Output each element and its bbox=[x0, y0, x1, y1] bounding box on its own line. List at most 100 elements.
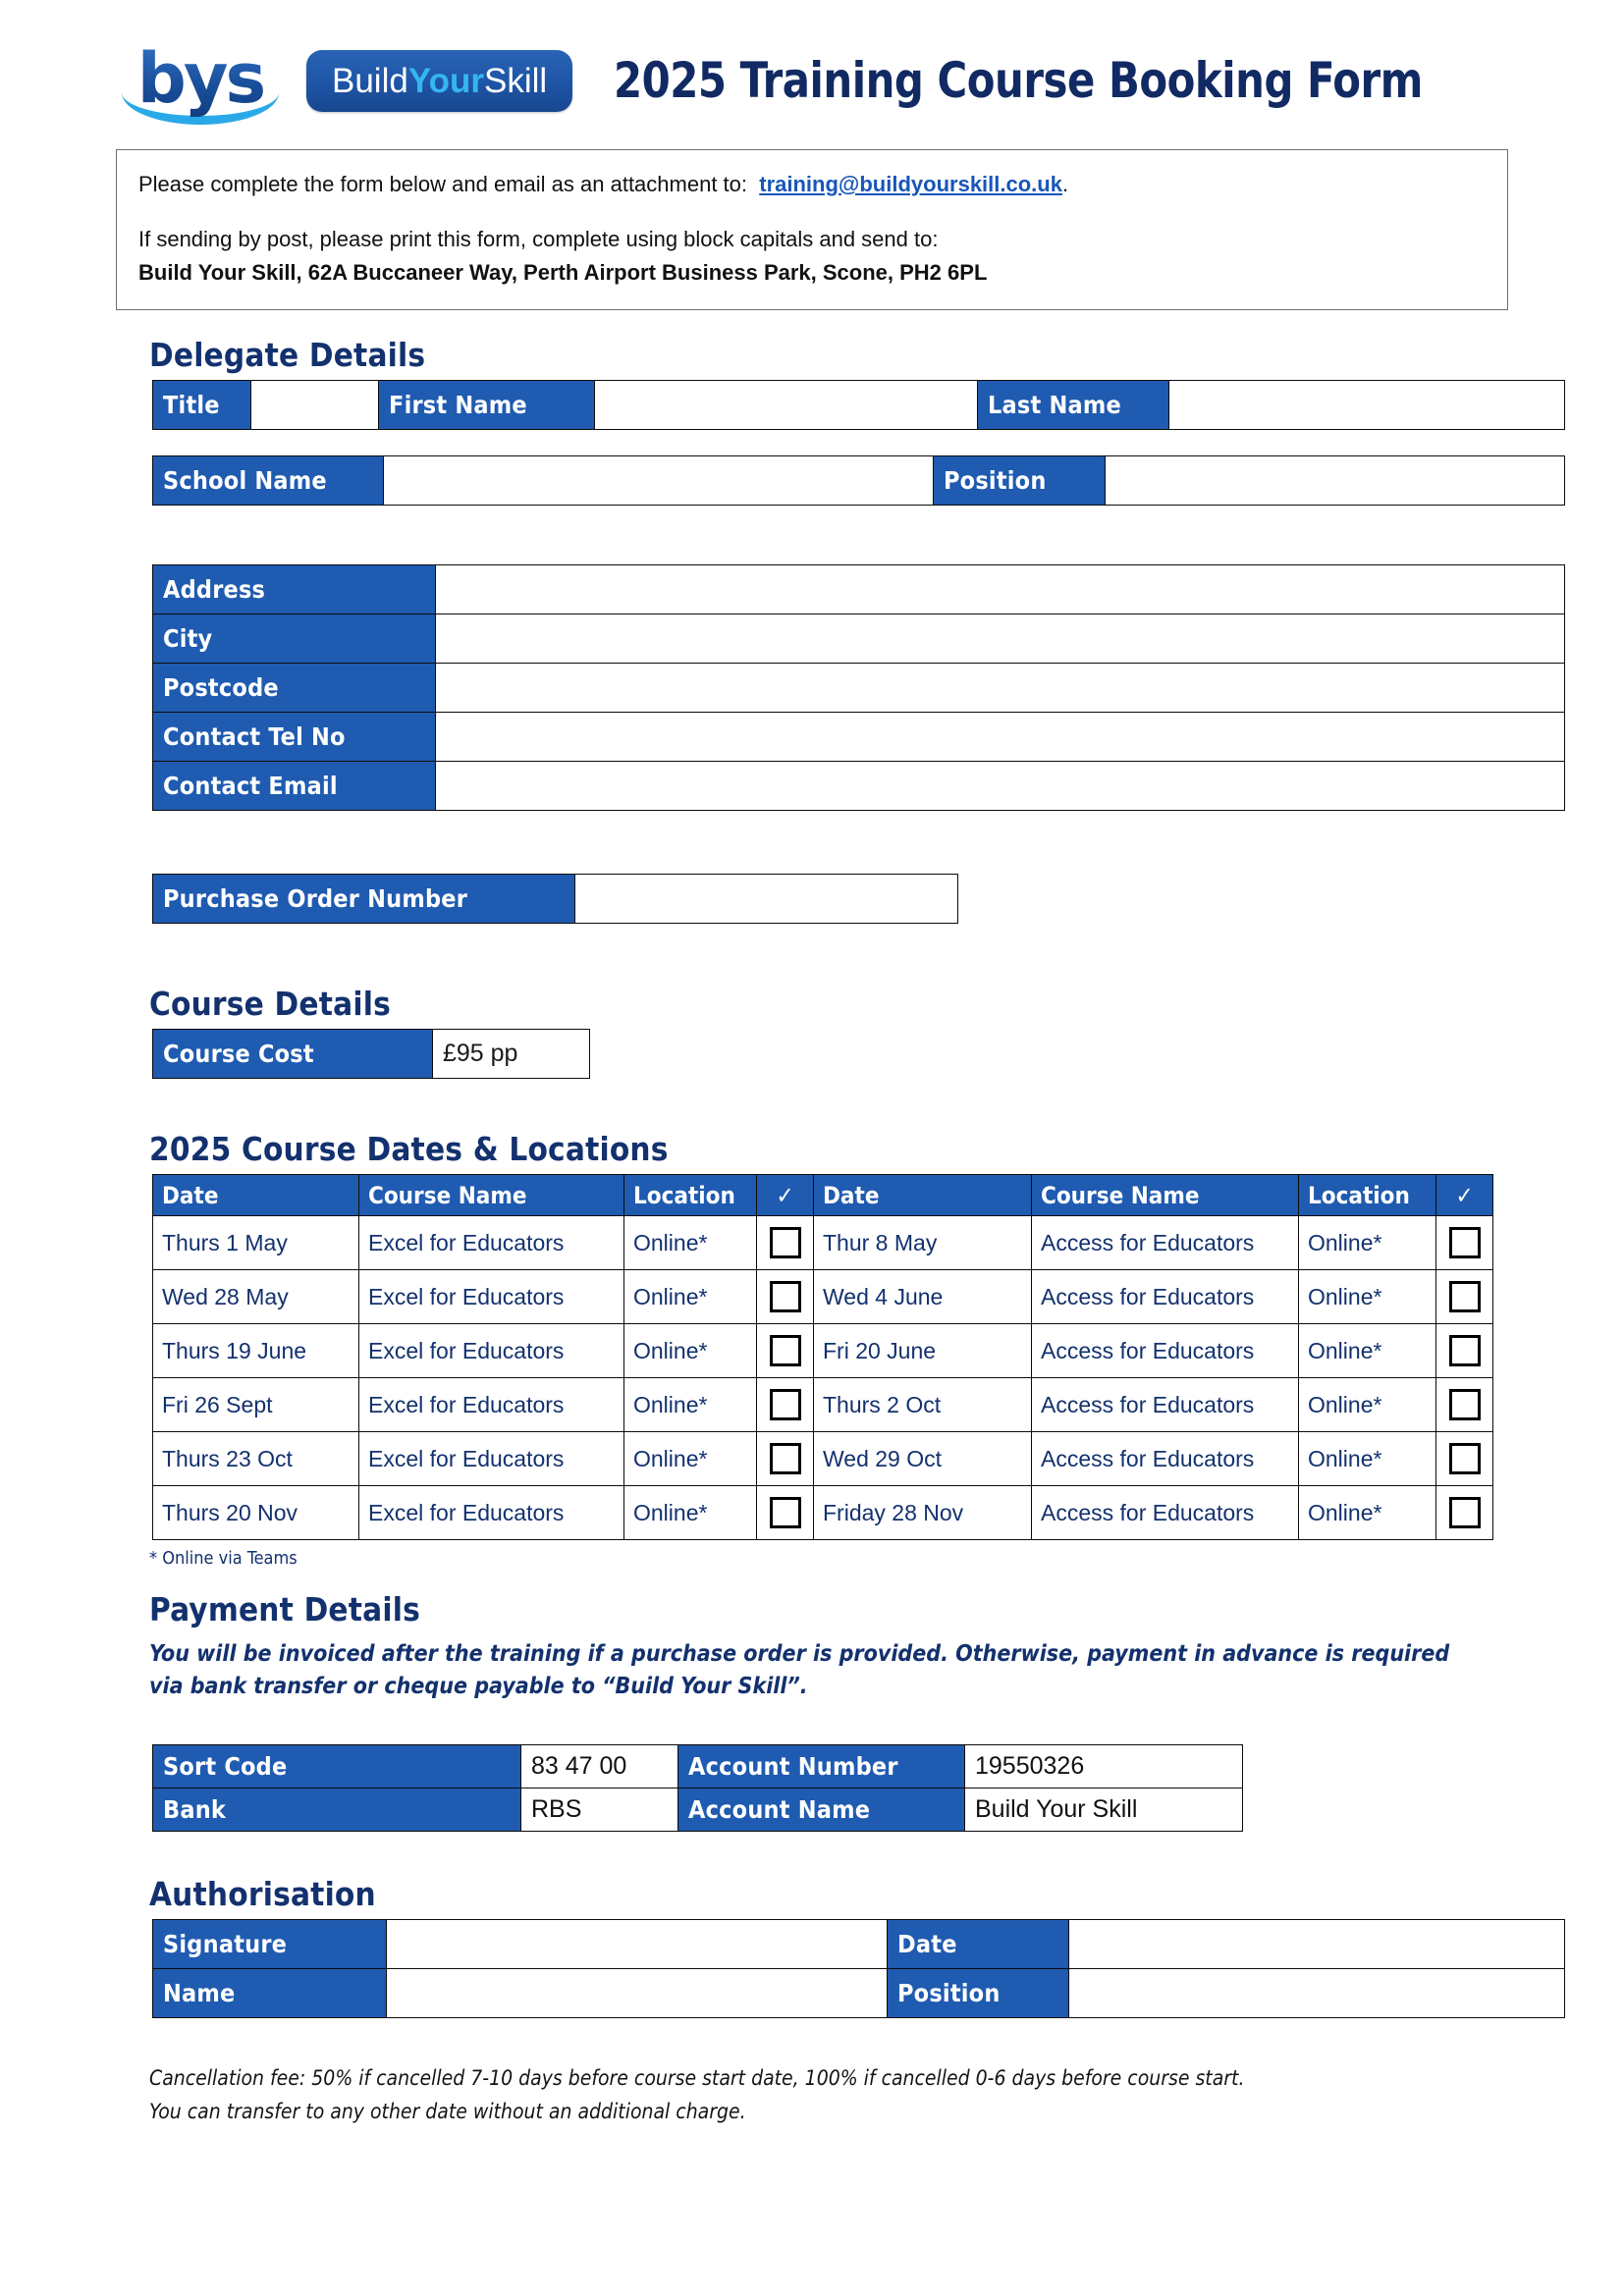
account-name-value: Build Your Skill bbox=[964, 1787, 1243, 1832]
course-location: Online* bbox=[623, 1215, 757, 1271]
contact-tel-label: Contact Tel No bbox=[152, 712, 436, 763]
table-row: Title First Name Last Name bbox=[152, 380, 1565, 431]
delegate-school-table: School Name Position bbox=[152, 455, 1565, 507]
auth-date-input[interactable] bbox=[1068, 1918, 1565, 1969]
col-header-check-left: ✓ bbox=[756, 1174, 814, 1217]
course-cost-label: Course Cost bbox=[152, 1029, 433, 1080]
badge-skill-text: Skill bbox=[483, 61, 548, 100]
table-row: School Name Position bbox=[152, 455, 1565, 507]
page-title: 2025 Training Course Booking Form bbox=[614, 52, 1424, 109]
table-row: Contact Tel No bbox=[152, 712, 1565, 763]
course-location: Online* bbox=[1298, 1269, 1436, 1325]
table-row: Name Position bbox=[152, 1967, 1565, 2018]
course-date: Thurs 19 June bbox=[152, 1323, 359, 1379]
course-table-header-row: Date Course Name Location ✓ Date Course … bbox=[152, 1174, 1493, 1217]
auth-name-input[interactable] bbox=[386, 1967, 888, 2018]
course-dates-table: Date Course Name Location ✓ Date Course … bbox=[152, 1174, 1493, 1541]
cancellation-policy: Cancellation fee: 50% if cancelled 7-10 … bbox=[149, 2061, 1475, 2128]
course-date: Fri 20 June bbox=[813, 1323, 1032, 1379]
course-date: Thur 8 May bbox=[813, 1215, 1032, 1271]
table-row: Contact Email bbox=[152, 761, 1565, 812]
auth-name-label: Name bbox=[152, 1967, 387, 2018]
course-checkbox[interactable] bbox=[769, 1281, 801, 1313]
course-checkbox[interactable] bbox=[1448, 1389, 1481, 1421]
auth-position-input[interactable] bbox=[1068, 1967, 1565, 2018]
course-name: Access for Educators bbox=[1031, 1431, 1299, 1487]
bys-logo: bys bbox=[116, 28, 285, 133]
course-date: Wed 28 May bbox=[152, 1269, 359, 1325]
course-name: Excel for Educators bbox=[358, 1485, 624, 1541]
table-row: Sort Code 83 47 00 Account Number 195503… bbox=[152, 1743, 1243, 1789]
course-checkbox-cell[interactable] bbox=[1435, 1269, 1493, 1325]
title-input[interactable] bbox=[250, 380, 379, 431]
course-checkbox-cell[interactable] bbox=[756, 1431, 814, 1487]
course-checkbox-cell[interactable] bbox=[756, 1215, 814, 1271]
course-name: Access for Educators bbox=[1031, 1215, 1299, 1271]
course-checkbox-cell[interactable] bbox=[1435, 1377, 1493, 1433]
course-checkbox[interactable] bbox=[769, 1227, 801, 1259]
address-input[interactable] bbox=[435, 564, 1565, 615]
course-name: Access for Educators bbox=[1031, 1377, 1299, 1433]
course-date: Thurs 20 Nov bbox=[152, 1485, 359, 1541]
course-checkbox[interactable] bbox=[769, 1335, 801, 1367]
course-checkbox-cell[interactable] bbox=[1435, 1431, 1493, 1487]
instructions-postal-address: Build Your Skill, 62A Buccaneer Way, Per… bbox=[138, 260, 988, 286]
table-row: Thurs 23 Oct Excel for Educators Online*… bbox=[152, 1431, 1493, 1487]
course-date: Thurs 1 May bbox=[152, 1215, 359, 1271]
course-location: Online* bbox=[623, 1485, 757, 1541]
course-checkbox[interactable] bbox=[769, 1497, 801, 1529]
table-row: Wed 28 May Excel for Educators Online* W… bbox=[152, 1269, 1493, 1325]
position-label: Position bbox=[933, 455, 1106, 507]
auth-position-label: Position bbox=[887, 1967, 1069, 2018]
contact-tel-input[interactable] bbox=[435, 712, 1565, 763]
course-checkbox-cell[interactable] bbox=[756, 1377, 814, 1433]
course-checkbox-cell[interactable] bbox=[1435, 1485, 1493, 1541]
bys-logo-text: bys bbox=[136, 38, 266, 119]
signature-label: Signature bbox=[152, 1918, 387, 1969]
sort-code-value: 83 47 00 bbox=[520, 1743, 678, 1789]
course-checkbox-cell[interactable] bbox=[1435, 1323, 1493, 1379]
city-input[interactable] bbox=[435, 614, 1565, 665]
school-name-input[interactable] bbox=[383, 455, 934, 507]
table-row: Signature Date bbox=[152, 1918, 1565, 1969]
course-checkbox-cell[interactable] bbox=[1435, 1215, 1493, 1271]
course-name: Access for Educators bbox=[1031, 1485, 1299, 1541]
course-cost-value: £95 pp bbox=[432, 1029, 590, 1080]
course-checkbox[interactable] bbox=[1448, 1497, 1481, 1529]
course-location: Online* bbox=[1298, 1431, 1436, 1487]
course-date: Friday 28 Nov bbox=[813, 1485, 1032, 1541]
course-checkbox-cell[interactable] bbox=[756, 1269, 814, 1325]
contact-email-label: Contact Email bbox=[152, 761, 436, 812]
course-name: Excel for Educators bbox=[358, 1215, 624, 1271]
course-name: Access for Educators bbox=[1031, 1323, 1299, 1379]
course-checkbox-cell[interactable] bbox=[756, 1485, 814, 1541]
course-checkbox-cell[interactable] bbox=[756, 1323, 814, 1379]
course-name: Excel for Educators bbox=[358, 1431, 624, 1487]
contact-email-input[interactable] bbox=[435, 761, 1565, 812]
position-input[interactable] bbox=[1105, 455, 1565, 507]
course-name: Excel for Educators bbox=[358, 1269, 624, 1325]
first-name-input[interactable] bbox=[594, 380, 978, 431]
last-name-input[interactable] bbox=[1168, 380, 1565, 431]
authorisation-table: Signature Date Name Position bbox=[152, 1918, 1565, 2018]
table-row: Postcode bbox=[152, 663, 1565, 714]
purchase-order-input[interactable] bbox=[574, 874, 958, 925]
course-date: Thurs 2 Oct bbox=[813, 1377, 1032, 1433]
course-name: Access for Educators bbox=[1031, 1269, 1299, 1325]
authorisation-heading: Authorisation bbox=[149, 1874, 376, 1913]
course-checkbox[interactable] bbox=[1448, 1443, 1481, 1475]
table-row: City bbox=[152, 614, 1565, 665]
city-label: City bbox=[152, 614, 436, 665]
postcode-input[interactable] bbox=[435, 663, 1565, 714]
table-row: Fri 26 Sept Excel for Educators Online* … bbox=[152, 1377, 1493, 1433]
course-location: Online* bbox=[623, 1377, 757, 1433]
course-checkbox[interactable] bbox=[1448, 1281, 1481, 1313]
bank-details-table: Sort Code 83 47 00 Account Number 195503… bbox=[152, 1743, 1243, 1832]
course-checkbox[interactable] bbox=[1448, 1335, 1481, 1367]
course-checkbox[interactable] bbox=[1448, 1227, 1481, 1259]
training-email-link[interactable]: training@buildyourskill.co.uk bbox=[759, 172, 1062, 196]
signature-input[interactable] bbox=[386, 1918, 888, 1969]
course-checkbox[interactable] bbox=[769, 1389, 801, 1421]
course-checkbox[interactable] bbox=[769, 1443, 801, 1475]
badge-build-text: Build bbox=[332, 61, 408, 100]
